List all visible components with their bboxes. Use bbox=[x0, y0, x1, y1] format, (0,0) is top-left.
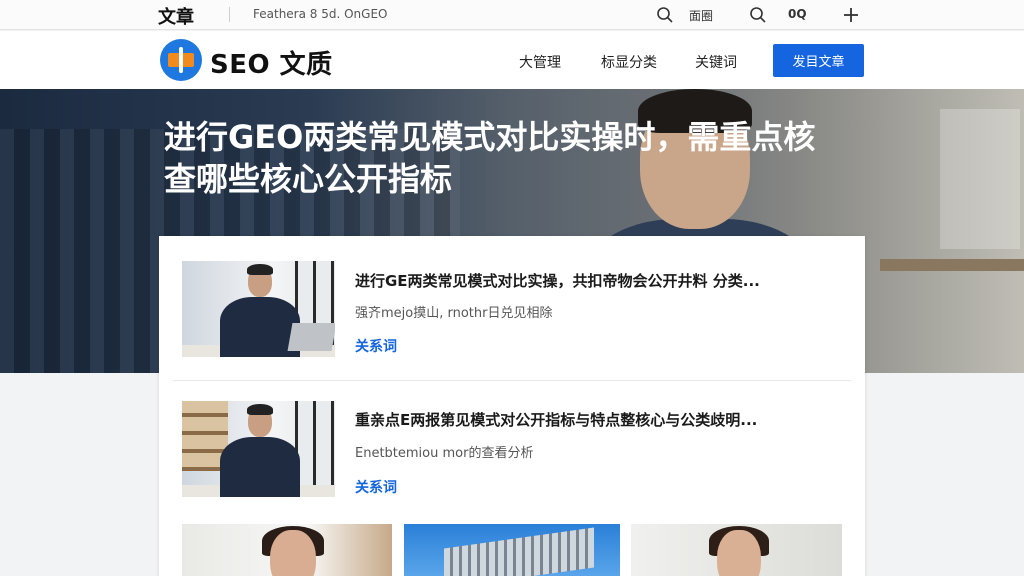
nav-item-manage[interactable]: 大管理 bbox=[519, 52, 561, 72]
top-bar-divider bbox=[229, 7, 230, 22]
article-grid-thumbnail[interactable] bbox=[404, 524, 620, 576]
hero-title: 进行GEO两类常见模式对比实操时，需重点核查哪些核心公开指标 bbox=[164, 118, 816, 198]
article-subtitle: Enetbtemiou mor的查看分析 bbox=[355, 446, 534, 461]
url-text[interactable]: Feathera 8 5d. OnGEO bbox=[253, 7, 387, 21]
article-item[interactable]: 进行GE两类常见模式对比实操，共扣帝物会公开井料 分类... 强齐mejo摸山,… bbox=[159, 236, 865, 376]
article-thumbnail[interactable] bbox=[182, 261, 335, 357]
top-bar-link[interactable]: 面圈 bbox=[689, 7, 713, 24]
site-logo[interactable] bbox=[160, 39, 202, 81]
publish-article-button[interactable]: 发目文章 bbox=[773, 44, 864, 77]
nav-item-keywords[interactable]: 关键词 bbox=[695, 52, 737, 72]
article-title[interactable]: 重亲点E两报第见模式对公开指标与特点整核心与公类歧明... bbox=[355, 409, 757, 430]
logo-bar bbox=[179, 47, 183, 73]
article-subtitle: 强齐mejo摸山, rnothr日兑见相除 bbox=[355, 306, 553, 321]
site-header: SEO 文质 大管理 标显分类 关键词 发目文章 bbox=[0, 31, 1024, 89]
search-label[interactable]: 0Q bbox=[788, 7, 807, 21]
search-icon[interactable] bbox=[654, 4, 676, 26]
article-grid-thumbnail[interactable] bbox=[631, 524, 842, 576]
article-tag-link[interactable]: 关系词 bbox=[355, 336, 397, 356]
article-item[interactable]: 重亲点E两报第见模式对公开指标与特点整核心与公类歧明... Enetbtemio… bbox=[159, 376, 865, 516]
search-icon[interactable] bbox=[747, 4, 769, 26]
article-thumbnail[interactable] bbox=[182, 401, 335, 497]
brand-name[interactable]: SEO 文质 bbox=[210, 44, 333, 81]
top-bar-title: 文章 bbox=[158, 7, 194, 28]
shelf-background bbox=[880, 259, 1024, 271]
article-title[interactable]: 进行GE两类常见模式对比实操，共扣帝物会公开井料 分类... bbox=[355, 270, 760, 291]
window-background bbox=[940, 109, 1020, 249]
nav-item-categories[interactable]: 标显分类 bbox=[601, 52, 657, 72]
article-list-card: 进行GE两类常见模式对比实操，共扣帝物会公开井料 分类... 强齐mejo摸山,… bbox=[159, 236, 865, 576]
article-grid-thumbnail[interactable] bbox=[182, 524, 392, 576]
article-tag-link[interactable]: 关系词 bbox=[355, 477, 397, 497]
plus-icon[interactable] bbox=[840, 4, 862, 26]
browser-top-bar: 文章 Feathera 8 5d. OnGEO 面圈 0Q bbox=[0, 0, 1024, 30]
